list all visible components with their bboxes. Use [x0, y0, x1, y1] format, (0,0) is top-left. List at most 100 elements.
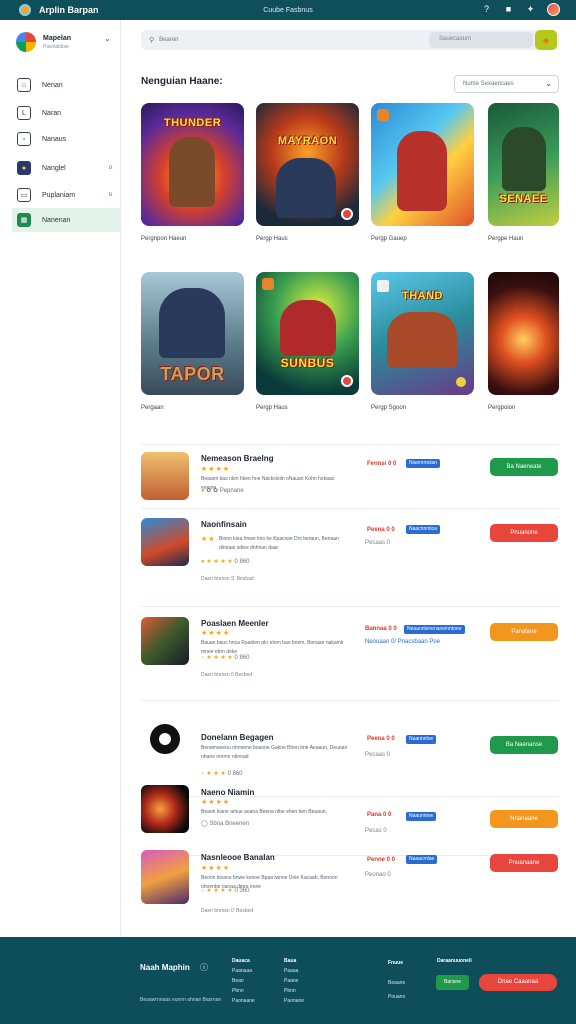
list-item-meta: ○ ★ ★ ★ ★ 0 360 — [201, 887, 250, 894]
list-item-meta-text: 0 860 — [227, 771, 243, 777]
status-badge: Naaacmlae — [406, 855, 438, 864]
footer-button-primary[interactable]: Bansne — [436, 975, 469, 990]
game-card[interactable]: THAND Pergp Sgoon — [371, 272, 474, 411]
game-card-art — [371, 103, 474, 226]
game-card[interactable]: SUNBUS Pergp Haus — [256, 272, 359, 411]
list-item-price-alt: Pecaas 0 — [365, 752, 391, 758]
sidebar-item-home[interactable]: ⌂ Nenan — [12, 73, 120, 97]
footer-column-heading: Daraanuuoneli — [437, 958, 472, 964]
section-title: Nenguian Haane: — [141, 76, 223, 87]
rating-stars: ★★★★ — [201, 799, 231, 806]
document-icon: ▦ — [17, 213, 31, 227]
footer-link[interactable]: Paanaaa — [232, 966, 255, 976]
game-card-caption: Pergpoion — [488, 405, 516, 411]
action-button[interactable]: Ba Naenanse — [490, 736, 558, 754]
game-card-art: THUNDER — [141, 103, 244, 226]
divider — [141, 700, 559, 701]
list-item-meta-text: 0 860 — [234, 655, 250, 661]
badge-icon — [456, 377, 466, 387]
sidebar-item-active[interactable]: ▦ Nanenan — [12, 208, 120, 232]
game-card[interactable]: THUNDER Pergnpon Haeun — [141, 103, 244, 242]
action-button[interactable]: Ba Naeneate — [490, 458, 558, 476]
game-card-art-title: SENAEE — [499, 193, 548, 205]
game-card-caption: Pergp Sgoon — [371, 405, 407, 411]
footer-brand: Naah Maphin ⓘ — [140, 962, 208, 973]
game-thumbnail — [141, 785, 189, 833]
search-bar[interactable]: ⚲ Bearen Sauecaoum ◆ — [141, 30, 559, 50]
status-badge: Nianmmolan — [406, 459, 441, 468]
rating-stars: ★★★★ — [201, 466, 231, 473]
character-figure — [397, 131, 447, 211]
game-card[interactable]: Pergpoion — [488, 272, 559, 411]
search-filter[interactable]: Sauecaoum — [429, 32, 533, 48]
rating-stars: ★★★★ — [201, 630, 231, 637]
list-item-title: Naonfinsain — [201, 520, 247, 529]
action-button-label: Pnuanone — [510, 530, 538, 536]
sidebar-item-library[interactable]: ▫ Nanaus — [12, 127, 120, 151]
footer-column: Baua Paaaa Paane Pbnn Paonane — [284, 956, 304, 1006]
user-avatar[interactable] — [547, 3, 560, 16]
profile-switcher[interactable]: Mapelan Pawdaldiae ⌄ — [16, 32, 111, 52]
app-logo-icon[interactable] — [19, 4, 31, 16]
list-item-description: Bioon kiea hnwe kno ke Kpacrwe Drs berau… — [219, 536, 339, 551]
status-badge: Naannnloe — [406, 735, 437, 744]
footer-button-secondary[interactable]: Dnae Caaanaa — [479, 974, 557, 991]
list-item-price-alt: Pecaas 0 — [365, 540, 391, 546]
action-button[interactable]: Nnanaane — [490, 810, 558, 828]
footer-link[interactable]: Beaane — [388, 976, 405, 990]
footer-link[interactable]: Pbnn — [284, 986, 304, 996]
list-item-meta: ○ ★ ★ ★ ★ 0 860 — [201, 654, 250, 661]
character-figure — [159, 288, 225, 358]
sidebar-item-label: Nenan — [42, 81, 63, 89]
sidebar-item-clock[interactable]: L Naran — [12, 101, 120, 125]
footer-column-heading: Dauaca — [232, 958, 250, 964]
action-button[interactable]: Panalane — [490, 623, 558, 641]
rating-icon: ✿ ✿ — [206, 488, 220, 494]
notification-icon[interactable]: ■ — [503, 4, 514, 15]
divider — [141, 508, 559, 509]
action-button[interactable]: Pnuanaane — [490, 854, 558, 872]
footer-link[interactable]: Paaaa — [284, 966, 304, 976]
game-thumbnail — [141, 452, 189, 500]
footer-link[interactable]: Pouann — [388, 990, 405, 1004]
chevron-down-icon[interactable]: ⌄ — [104, 34, 111, 43]
search-input[interactable]: Bearen — [159, 37, 178, 43]
list-item-price-alt: Neouaan 0/ Pnacsbaan Poe — [365, 639, 441, 645]
footer: Naah Maphin ⓘ Beaawrnnaas eunnn ahnae Ba… — [0, 937, 576, 1024]
game-thumbnail — [141, 850, 189, 904]
footer-link[interactable]: Paane — [284, 976, 304, 986]
action-button[interactable]: Pnuanone — [490, 524, 558, 542]
sidebar-item-games[interactable]: ● Nanglel o — [12, 156, 120, 180]
game-card[interactable]: Pergp Gauep — [371, 103, 474, 242]
gamepad-icon: ● — [17, 161, 31, 175]
sidebar-item-publish[interactable]: ▭ Puplaniam o — [12, 183, 120, 207]
list-item-title: Nemeason Braelng — [201, 454, 274, 463]
sort-select[interactable]: Nume Sexaencaes ⌄ — [454, 75, 559, 93]
badge-icon — [341, 208, 353, 220]
search-button[interactable]: ◆ — [535, 30, 557, 50]
list-item-meta: ● ✿ ✿ Pepnane — [201, 487, 244, 494]
footer-link[interactable]: Bean — [232, 976, 255, 986]
footer-link[interactable]: Pbnn — [232, 986, 255, 996]
profile-name: Mapelan — [43, 34, 72, 42]
list-item-meta: ○ ★ ★ ★ 0 860 — [201, 770, 242, 777]
help-icon[interactable]: ? — [481, 4, 492, 15]
character-figure — [169, 137, 215, 207]
game-thumbnail — [141, 617, 189, 665]
footer-link[interactable]: Paonaane — [232, 996, 255, 1006]
folder-icon: ▭ — [17, 188, 31, 202]
settings-icon[interactable]: ✦ — [525, 4, 536, 15]
game-card-caption: Pergp Gauep — [371, 236, 407, 242]
sidebar-item-label: Nanglel — [42, 164, 66, 172]
game-card[interactable]: MAYRAON Pergp Haus — [256, 103, 359, 242]
rating-stars-icon: ○ ★ ★ ★ ★ — [201, 655, 235, 661]
game-card-art-title: SUNBUS — [280, 356, 335, 370]
list-item-title: Donelann Begagen — [201, 733, 274, 742]
game-card[interactable]: TAPOR Pergaan — [141, 272, 244, 411]
character-figure — [387, 312, 457, 368]
game-card[interactable]: SENAEE Pergpe Haun — [488, 103, 559, 242]
character-figure — [276, 158, 336, 218]
profile-avatar — [16, 32, 36, 52]
footer-link[interactable]: Paonane — [284, 996, 304, 1006]
game-card-caption: Pergp Haus — [256, 405, 288, 411]
